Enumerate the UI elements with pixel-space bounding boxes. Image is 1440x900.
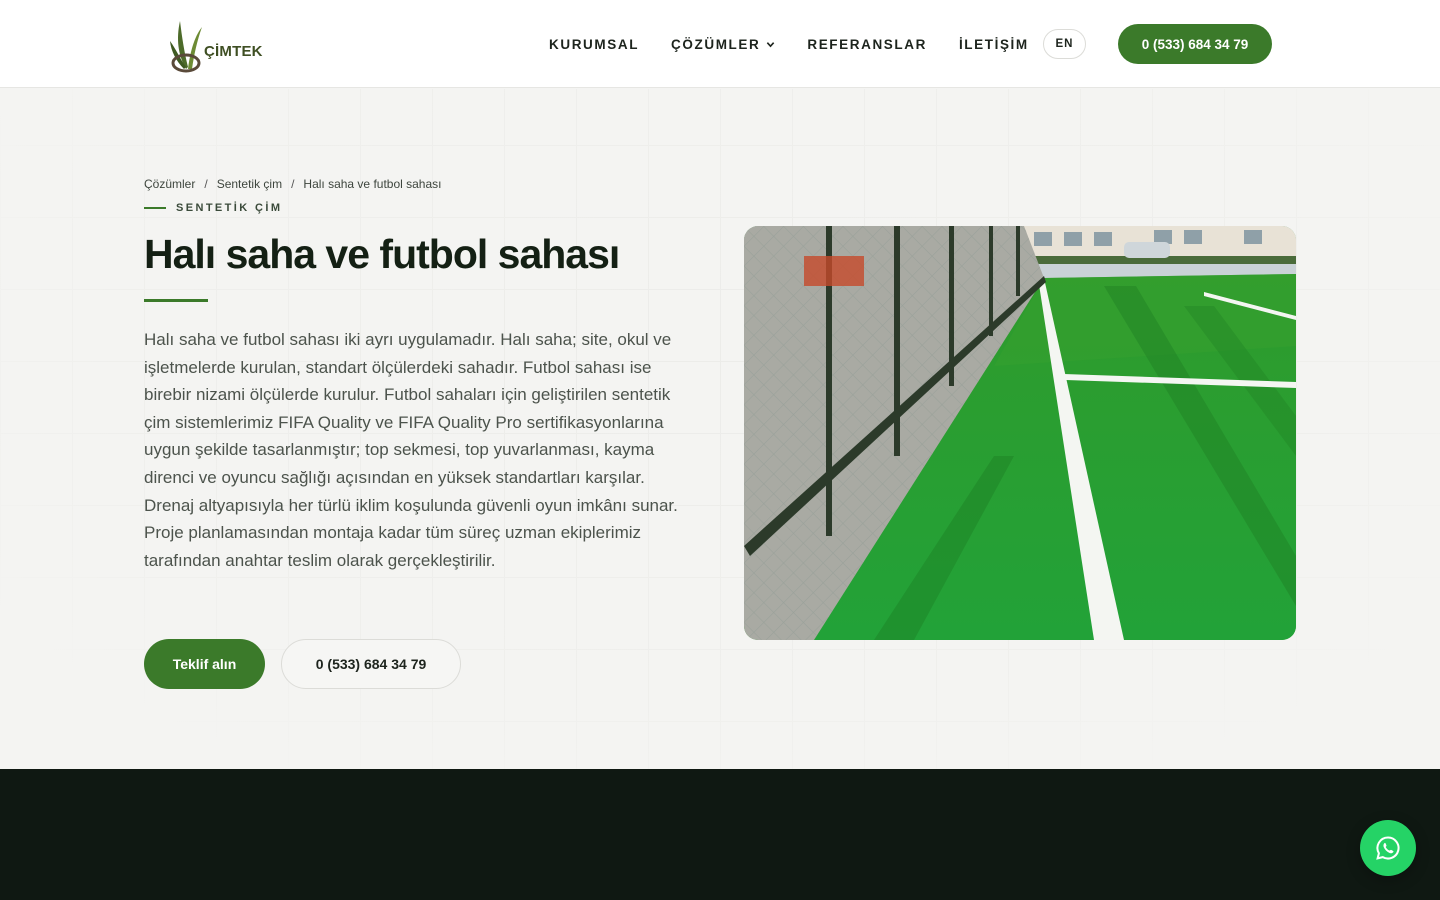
breadcrumb: Çözümler / Sentetik çim / Halı saha ve f… <box>144 177 442 191</box>
page-title: Halı saha ve futbol sahası <box>144 231 620 277</box>
whatsapp-button[interactable] <box>1360 820 1416 876</box>
breadcrumb-sentetik-cim[interactable]: Sentetik çim <box>217 177 282 191</box>
hero-section: Çözümler / Sentetik çim / Halı saha ve f… <box>0 89 1440 769</box>
whatsapp-icon <box>1376 836 1400 860</box>
breadcrumb-separator: / <box>204 177 208 191</box>
phone-call-button[interactable]: 0 (533) 684 34 79 <box>281 639 461 689</box>
grass-leaf-icon <box>170 21 202 73</box>
chevron-down-icon <box>767 41 775 47</box>
section-eyebrow: SENTETİK ÇİM <box>144 202 282 214</box>
eyebrow-label: SENTETİK ÇİM <box>176 202 283 214</box>
nav-item-cozumler[interactable]: ÇÖZÜMLER <box>671 37 775 52</box>
breadcrumb-separator: / <box>291 177 295 191</box>
header-phone-button[interactable]: 0 (533) 684 34 79 <box>1118 24 1272 64</box>
nav-item-iletisim[interactable]: İLETİŞİM <box>959 37 1029 52</box>
nav-item-referanslar[interactable]: REFERANSLAR <box>807 37 927 52</box>
brand-logo[interactable]: ÇİMTEK <box>166 14 266 74</box>
brand-name: ÇİMTEK <box>204 42 263 60</box>
eyebrow-line <box>144 207 166 209</box>
site-header: ÇİMTEK KURUMSAL ÇÖZÜMLER REFERANSLAR İLE… <box>0 0 1440 88</box>
quote-button[interactable]: Teklif alın <box>144 639 265 689</box>
main-nav: KURUMSAL ÇÖZÜMLER REFERANSLAR İLETİŞİM <box>549 0 1061 88</box>
nav-item-kurumsal[interactable]: KURUMSAL <box>549 37 639 52</box>
football-pitch-photo <box>744 226 1296 640</box>
language-switch-button[interactable]: EN <box>1043 29 1086 59</box>
nav-item-cozumler-label: ÇÖZÜMLER <box>671 36 761 52</box>
page-description: Halı saha ve futbol sahası iki ayrı uygu… <box>144 330 678 570</box>
breadcrumb-current: Halı saha ve futbol sahası <box>303 177 442 191</box>
title-underline <box>144 299 208 302</box>
footer-band <box>0 769 1440 900</box>
pitch-illustration <box>744 226 1296 640</box>
breadcrumb-cozumler[interactable]: Çözümler <box>144 177 195 191</box>
